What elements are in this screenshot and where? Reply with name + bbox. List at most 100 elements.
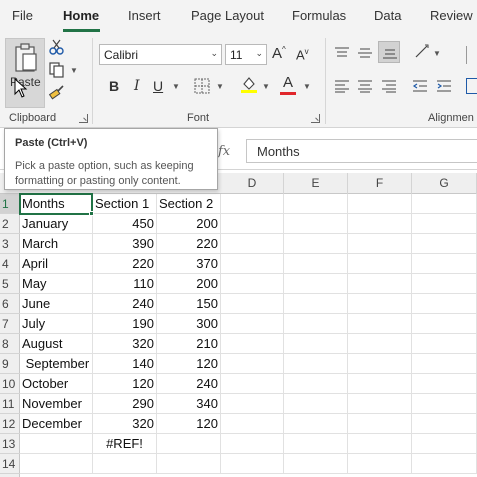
- table-cell[interactable]: 340: [157, 394, 221, 414]
- table-cell[interactable]: [284, 454, 348, 474]
- table-cell[interactable]: [348, 454, 412, 474]
- table-cell[interactable]: [284, 434, 348, 454]
- table-cell[interactable]: [221, 294, 284, 314]
- table-cell[interactable]: [348, 394, 412, 414]
- underline-button[interactable]: U: [153, 78, 163, 94]
- copy-dropdown-icon[interactable]: ▼: [70, 67, 78, 75]
- table-cell[interactable]: 140: [93, 354, 157, 374]
- wrap-text-icon[interactable]: [466, 46, 477, 64]
- table-cell[interactable]: [284, 274, 348, 294]
- tab-review[interactable]: Review: [430, 8, 473, 23]
- align-left-icon[interactable]: [334, 79, 350, 93]
- table-cell[interactable]: [221, 274, 284, 294]
- table-cell[interactable]: [221, 194, 284, 214]
- fill-color-icon[interactable]: [240, 75, 258, 93]
- table-cell[interactable]: [348, 354, 412, 374]
- table-cell[interactable]: [284, 294, 348, 314]
- table-cell[interactable]: [412, 214, 477, 234]
- table-cell[interactable]: 150: [157, 294, 221, 314]
- cut-icon[interactable]: [48, 38, 66, 56]
- table-cell[interactable]: [412, 274, 477, 294]
- tab-home[interactable]: Home: [63, 8, 99, 23]
- table-cell[interactable]: 220: [157, 234, 221, 254]
- table-cell[interactable]: [284, 254, 348, 274]
- table-cell[interactable]: [284, 234, 348, 254]
- row-header[interactable]: 5: [0, 274, 20, 294]
- table-cell[interactable]: [20, 434, 93, 454]
- table-cell[interactable]: 120: [157, 354, 221, 374]
- borders-dropdown-icon[interactable]: ▼: [216, 83, 224, 91]
- table-cell[interactable]: 320: [93, 334, 157, 354]
- borders-icon[interactable]: [193, 77, 211, 95]
- table-cell[interactable]: [284, 374, 348, 394]
- table-cell[interactable]: 220: [93, 254, 157, 274]
- bottom-align-button[interactable]: [378, 41, 400, 63]
- insert-function-icon[interactable]: fx: [218, 144, 230, 159]
- font-color-button[interactable]: A: [283, 74, 293, 91]
- table-cell[interactable]: [284, 354, 348, 374]
- table-cell[interactable]: Months: [20, 194, 93, 214]
- table-cell[interactable]: [412, 454, 477, 474]
- table-cell[interactable]: Section 1: [93, 194, 157, 214]
- table-cell[interactable]: [284, 334, 348, 354]
- fill-color-dropdown-icon[interactable]: ▼: [262, 83, 270, 91]
- table-cell[interactable]: December: [20, 414, 93, 434]
- column-header-g[interactable]: G: [412, 173, 477, 194]
- table-cell[interactable]: [157, 434, 221, 454]
- table-cell[interactable]: September: [20, 354, 93, 374]
- row-header[interactable]: 11: [0, 394, 20, 414]
- table-cell[interactable]: Section 2: [157, 194, 221, 214]
- increase-indent-icon[interactable]: [436, 79, 452, 93]
- table-cell[interactable]: [221, 434, 284, 454]
- row-header[interactable]: 14: [0, 454, 20, 474]
- ref-error-cell[interactable]: #REF!: [93, 434, 157, 454]
- underline-dropdown-icon[interactable]: ▼: [172, 83, 180, 91]
- table-cell[interactable]: [284, 214, 348, 234]
- decrease-indent-icon[interactable]: [412, 79, 428, 93]
- table-cell[interactable]: March: [20, 234, 93, 254]
- table-cell[interactable]: [348, 334, 412, 354]
- table-cell[interactable]: [348, 234, 412, 254]
- table-cell[interactable]: [284, 194, 348, 214]
- table-cell[interactable]: [221, 354, 284, 374]
- copy-icon[interactable]: [48, 61, 66, 79]
- table-cell[interactable]: 240: [157, 374, 221, 394]
- middle-align-icon[interactable]: [357, 46, 373, 60]
- table-cell[interactable]: [221, 374, 284, 394]
- table-cell[interactable]: [221, 214, 284, 234]
- table-cell[interactable]: 290: [93, 394, 157, 414]
- table-cell[interactable]: 390: [93, 234, 157, 254]
- align-right-icon[interactable]: [381, 79, 397, 93]
- table-cell[interactable]: 370: [157, 254, 221, 274]
- table-cell[interactable]: October: [20, 374, 93, 394]
- table-cell[interactable]: [412, 294, 477, 314]
- table-cell[interactable]: [412, 234, 477, 254]
- row-header[interactable]: 10: [0, 374, 20, 394]
- table-cell[interactable]: 200: [157, 274, 221, 294]
- bold-button[interactable]: B: [109, 78, 119, 94]
- table-cell[interactable]: April: [20, 254, 93, 274]
- row-header[interactable]: 9: [0, 354, 20, 374]
- table-cell[interactable]: 300: [157, 314, 221, 334]
- row-header[interactable]: 4: [0, 254, 20, 274]
- table-cell[interactable]: [221, 414, 284, 434]
- row-header[interactable]: 1: [0, 194, 20, 214]
- table-cell[interactable]: [348, 294, 412, 314]
- orientation-icon[interactable]: [413, 43, 431, 61]
- tab-insert[interactable]: Insert: [128, 8, 161, 23]
- tab-data[interactable]: Data: [374, 8, 401, 23]
- row-header[interactable]: 6: [0, 294, 20, 314]
- fill-handle[interactable]: [89, 211, 94, 216]
- table-cell[interactable]: [348, 414, 412, 434]
- column-header-e[interactable]: E: [284, 173, 348, 194]
- table-cell[interactable]: November: [20, 394, 93, 414]
- table-cell[interactable]: 450: [93, 214, 157, 234]
- table-cell[interactable]: [157, 454, 221, 474]
- table-cell[interactable]: 200: [157, 214, 221, 234]
- table-cell[interactable]: [221, 254, 284, 274]
- table-cell[interactable]: [348, 434, 412, 454]
- table-cell[interactable]: [221, 314, 284, 334]
- clipboard-launcher-icon[interactable]: [79, 114, 88, 123]
- row-header[interactable]: 3: [0, 234, 20, 254]
- shrink-font-button[interactable]: Av: [296, 47, 309, 62]
